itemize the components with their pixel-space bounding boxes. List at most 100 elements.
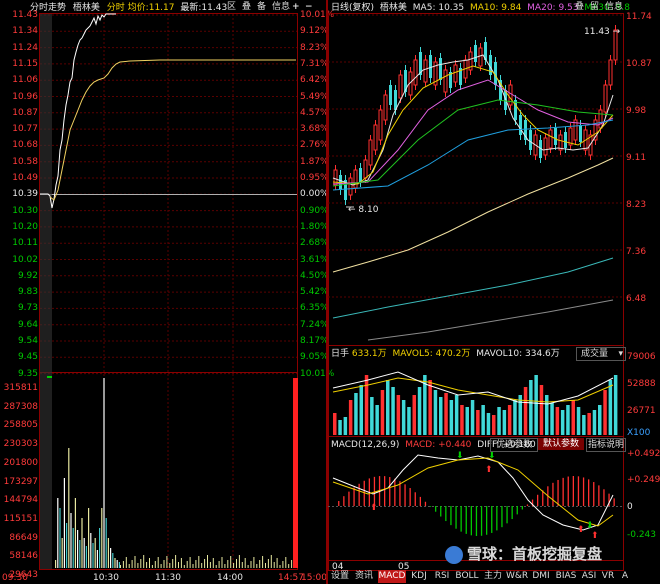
price-tick: 11.34 [12,26,38,37]
daily-price-tick: 7.36 [626,247,647,257]
indicator-help-button[interactable]: 指标说明 [586,438,626,452]
macd-bar [394,478,396,506]
macd-bar [567,476,569,506]
svg-text:⬇: ⬇ [456,451,464,461]
tab-rsi[interactable]: RSI [432,570,452,583]
macd-bar [526,504,529,506]
volume-bar [534,375,538,435]
volume-bar [273,562,275,568]
macd-bar [582,477,585,506]
volume-bar [209,562,211,568]
volume-tick: 201800 [3,457,38,468]
volume-bar [481,405,485,435]
pct-tick: 0.00% [300,189,329,200]
volume-bar [183,565,185,568]
volume-bar [364,375,369,435]
pct-tick: 4.57% [300,107,329,118]
pct-tick: 5.49% [300,91,329,102]
volume-bar [333,413,337,435]
default-params-button[interactable]: 默认参数 [538,438,584,450]
tab-[interactable]: 设置 [330,570,350,583]
candle [373,124,378,151]
volume-bar [276,558,278,568]
candle [579,125,582,142]
candle [453,64,458,83]
price-tick: 9.83 [17,287,38,298]
macd-bar [491,506,493,533]
volume-bar [128,564,130,568]
tab-dmi[interactable]: DMI [530,570,552,583]
price-tick: 10.68 [12,140,38,151]
volume-bar [267,559,269,568]
price-tick: 10.11 [12,238,38,249]
volume-bar [523,387,528,435]
volume-bar [444,393,448,435]
tab-[interactable]: 主力 [482,570,504,583]
time-tick: 15:00 [301,573,327,583]
volume-bar [571,400,575,435]
macd-bar [511,506,513,520]
intraday-chart [39,13,298,570]
candle [564,132,567,148]
tab-asi[interactable]: ASI [580,570,598,583]
daily-price-tick: 8.23 [626,200,647,210]
macd-bar [480,506,483,536]
macd-tick: +0.492 [627,449,660,459]
tab-boll[interactable]: BOLL [454,570,480,583]
pct-tick: 3.61% [300,254,329,265]
macd-bar [343,496,345,506]
time-tick: 10:30 [93,573,119,583]
pct-tick: 3.68% [300,124,329,135]
volume-tick: 115151 [3,513,38,524]
tab-macd[interactable]: MACD [378,570,406,583]
tab-bias[interactable]: BIAS [554,570,578,583]
macd-bar [598,485,600,506]
macd-bar [348,491,350,506]
snowball-logo-icon [445,545,463,564]
volume-bar [218,561,220,568]
volume-bar [149,558,150,568]
volume-bar [539,385,544,435]
candle [398,74,403,99]
volume-bar [285,557,287,568]
price-tick: 9.54 [17,336,38,346]
indicator-dropdown[interactable]: 成交量 ▾ [576,347,626,361]
macd-bar [516,506,518,515]
volume-tick: 86649 [9,532,38,543]
candle [359,168,362,182]
volume-tick: 144794 [3,495,38,506]
daily-price-tick: 9.11 [626,153,647,163]
volume-bar [428,380,432,435]
volume-bar [253,557,255,568]
macd-bar [440,506,442,517]
volume-bar [391,387,395,435]
volume-bar [81,518,83,568]
volume-bar [146,562,148,568]
volume-bar [101,508,103,568]
volume-bar [279,565,281,568]
volume-bar [204,559,206,568]
volume-bar [238,555,240,568]
tab-vr[interactable]: VR [600,570,616,583]
daily-price-tick: 11.74 [626,12,652,22]
price-tick: 10.58 [12,156,38,167]
candle [608,59,613,86]
pct-tick: 5.42% [300,287,329,298]
volume-tick: 173297 [3,476,38,487]
candle [363,159,368,179]
macd-bar [542,490,544,506]
volume-bar [560,410,565,435]
tab-kdj[interactable]: KDJ [408,570,430,583]
macd-bar [557,479,559,506]
macd-bar [506,506,508,524]
optimal-params-button[interactable]: 优选参数 [490,438,538,452]
tab-[interactable]: 资讯 [352,570,376,583]
macd-bar [429,506,432,507]
macd-bar [552,482,554,506]
macd-bar [577,476,580,506]
volume-bar [386,380,390,435]
tab-a[interactable]: A [618,570,632,583]
pct-tick: 7.24% [300,319,329,330]
tab-wr[interactable]: W&R [506,570,528,583]
volume-bar [233,563,235,568]
